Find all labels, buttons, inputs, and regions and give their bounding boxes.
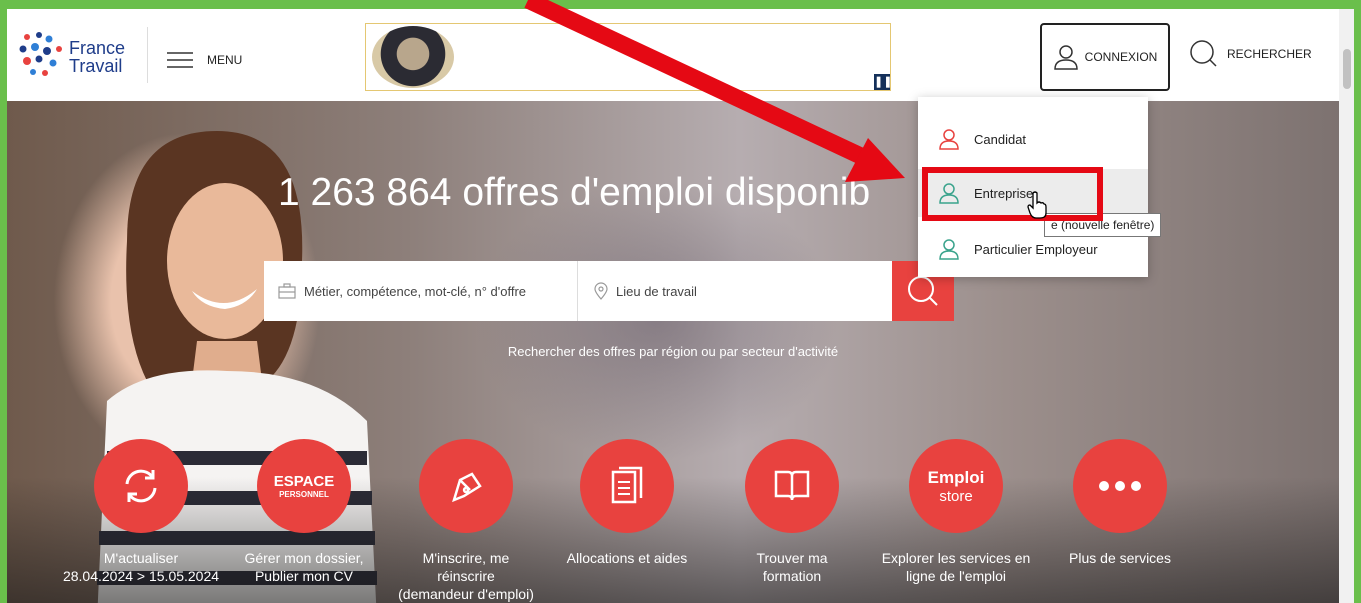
- advertisement-banner[interactable]: ❚❚: [365, 23, 892, 91]
- logo-text: France Travail: [69, 39, 125, 75]
- location-placeholder: Lieu de travail: [616, 283, 697, 299]
- search-icon: [908, 276, 938, 306]
- scrollbar-thumb[interactable]: [1343, 49, 1351, 89]
- service-sublabel: Publier mon CV: [254, 568, 354, 584]
- hand-cursor-icon: [1027, 191, 1047, 219]
- hero-title: 1 263 864 offres d'emploi disponib: [278, 171, 871, 214]
- job-search-placeholder: Métier, compétence, mot-clé, n° d'offre: [304, 283, 527, 299]
- espace-personnel-icon: ESPACE PERSONNEL: [257, 439, 351, 533]
- connexion-button[interactable]: CONNEXION: [1040, 23, 1170, 91]
- briefcase-icon: [278, 283, 296, 299]
- service-sublabel: réinscrire: [437, 568, 495, 584]
- connexion-label: CONNEXION: [1084, 50, 1158, 64]
- more-icon: [1073, 439, 1167, 533]
- service-formation[interactable]: Trouver ma formation: [707, 439, 877, 585]
- service-sublabel: ligne de l'emploi: [906, 568, 1006, 584]
- service-sublabel-2: (demandeur d'emploi): [398, 586, 534, 602]
- store-badge: store: [939, 487, 973, 505]
- pause-icon[interactable]: ❚❚: [874, 74, 892, 90]
- personnel-badge: PERSONNEL: [279, 490, 329, 499]
- location-input[interactable]: Lieu de travail: [594, 261, 884, 321]
- services-row: M'actualiser 28.04.2024 > 15.05.2024 ESP…: [7, 439, 1339, 603]
- logo-line1: France: [69, 38, 126, 58]
- service-emploi-store[interactable]: Emploi store Explorer les services en li…: [871, 439, 1041, 585]
- page-scrollbar[interactable]: [1339, 9, 1354, 603]
- service-espace-personnel[interactable]: ESPACE PERSONNEL Gérer mon dossier, Publ…: [219, 439, 389, 585]
- user-icon: [939, 129, 959, 150]
- pen-icon: [419, 439, 513, 533]
- service-label: Trouver ma: [756, 550, 828, 566]
- refresh-icon: [94, 439, 188, 533]
- menu-label: MENU: [207, 53, 243, 67]
- dropdown-item-label: Candidat: [974, 131, 1027, 147]
- job-search-input[interactable]: Métier, compétence, mot-clé, n° d'offre: [278, 261, 568, 321]
- dropdown-item-label: Particulier Employeur: [974, 241, 1098, 257]
- espace-badge: ESPACE: [273, 473, 335, 490]
- banner-photo: [372, 26, 454, 88]
- france-travail-logo[interactable]: France Travail: [17, 29, 137, 83]
- browser-viewport: France Travail MENU ❚❚ CONNEXION RECHERC…: [7, 9, 1354, 603]
- job-search-bar: Métier, compétence, mot-clé, n° d'offre …: [264, 261, 954, 321]
- user-icon: [1053, 45, 1078, 70]
- service-label: Plus de services: [1069, 550, 1171, 566]
- service-inscrire[interactable]: M'inscrire, me réinscrire (demandeur d'e…: [381, 439, 551, 603]
- logo-line2: Travail: [69, 56, 123, 76]
- service-label: Allocations et aides: [566, 550, 688, 566]
- emploi-store-icon: Emploi store: [909, 439, 1003, 533]
- service-label: M'actualiser: [103, 550, 179, 566]
- location-pin-icon: [594, 282, 608, 300]
- site-header: France Travail MENU ❚❚ CONNEXION RECHERC…: [7, 9, 1339, 101]
- document-icon: [580, 439, 674, 533]
- dropdown-item-candidat[interactable]: Candidat: [918, 115, 1148, 163]
- service-sublabel: 28.04.2024 > 15.05.2024: [62, 568, 220, 584]
- service-label: Gérer mon dossier,: [244, 550, 364, 566]
- logo-dots-icon: [19, 32, 62, 76]
- service-actualiser[interactable]: M'actualiser 28.04.2024 > 15.05.2024: [56, 439, 226, 585]
- search-by-region-link[interactable]: Rechercher des offres par région ou par …: [7, 344, 1339, 359]
- search-divider: [577, 261, 578, 321]
- search-icon: [1190, 40, 1217, 67]
- menu-button[interactable]: MENU: [167, 47, 242, 73]
- service-label: M'inscrire, me: [422, 550, 510, 566]
- annotation-highlight-box: [922, 167, 1103, 221]
- rechercher-button[interactable]: RECHERCHER: [1189, 39, 1312, 69]
- service-allocations[interactable]: Allocations et aides: [542, 439, 712, 567]
- rechercher-label: RECHERCHER: [1227, 47, 1312, 61]
- emploi-badge: Emploi: [927, 467, 985, 487]
- service-plus[interactable]: Plus de services: [1035, 439, 1205, 567]
- header-divider: [147, 27, 148, 83]
- user-icon: [939, 239, 959, 260]
- hamburger-icon: [167, 47, 193, 73]
- service-label: Explorer les services en: [881, 550, 1031, 566]
- service-sublabel: formation: [762, 568, 822, 584]
- book-icon: [745, 439, 839, 533]
